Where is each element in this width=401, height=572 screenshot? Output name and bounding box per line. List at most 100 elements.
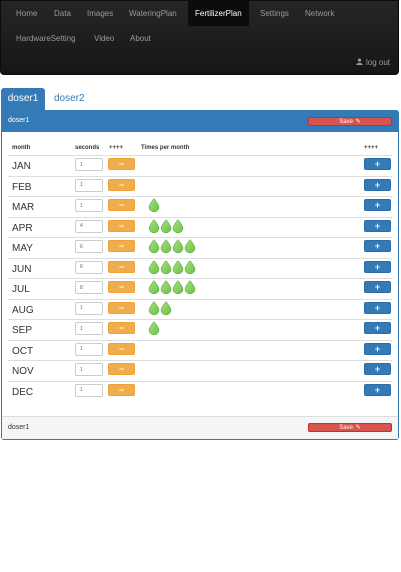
decrement-button[interactable]: −: [108, 219, 135, 232]
times-per-month-drops: [148, 321, 160, 337]
times-per-month-drops: [148, 300, 172, 317]
panel-header: doser1 Save ✎: [2, 111, 398, 132]
water-drop-icon: [184, 280, 196, 294]
water-drop-icon: [160, 239, 172, 253]
seconds-input[interactable]: [75, 219, 103, 233]
month-label: SEP: [12, 325, 33, 336]
increment-button[interactable]: +: [364, 281, 391, 293]
water-drop-icon: [148, 218, 160, 233]
seconds-input[interactable]: [75, 199, 103, 212]
water-drop-icon: [172, 280, 184, 294]
table-row: OCT − +: [8, 339, 392, 361]
times-per-month-drops: [148, 218, 184, 235]
water-drop-icon: [172, 239, 184, 253]
header-month: month: [12, 145, 31, 151]
footer-title: doser1: [8, 424, 30, 431]
table-row: MAR − +: [8, 196, 392, 217]
logout-label: log out: [365, 58, 390, 67]
water-drop-icon: [160, 300, 172, 315]
panel-footer: doser1 Save ✎: [2, 416, 398, 439]
month-label: FEB: [12, 181, 32, 193]
water-drop-icon: [148, 259, 160, 274]
decrement-button[interactable]: −: [108, 363, 135, 375]
user-icon: [356, 58, 363, 67]
increment-button[interactable]: +: [364, 342, 391, 355]
water-drop-icon: [160, 259, 172, 274]
nav-video[interactable]: Video: [94, 33, 114, 45]
times-per-month-drops: [148, 239, 196, 255]
seconds-input[interactable]: [75, 260, 103, 274]
water-drop-icon: [184, 239, 196, 253]
increment-button[interactable]: +: [364, 322, 391, 334]
decrement-button[interactable]: −: [108, 383, 135, 396]
times-per-month-drops: [148, 259, 196, 276]
nav-home[interactable]: Home: [16, 8, 37, 20]
water-drop-icon: [148, 300, 160, 315]
save-button-bottom[interactable]: Save ✎: [308, 423, 392, 432]
month-label: MAY: [12, 243, 33, 254]
logout-link[interactable]: log out: [356, 58, 390, 67]
water-drop-icon: [172, 218, 184, 233]
increment-button[interactable]: +: [364, 199, 391, 211]
decrement-button[interactable]: −: [108, 240, 135, 252]
increment-button[interactable]: +: [364, 219, 391, 232]
decrement-button[interactable]: −: [108, 322, 135, 334]
nav-data[interactable]: Data: [54, 8, 71, 20]
seconds-input[interactable]: [75, 342, 103, 356]
increment-button[interactable]: +: [364, 260, 391, 273]
nav-watering-plan[interactable]: WateringPlan: [129, 8, 177, 20]
increment-button[interactable]: +: [364, 383, 391, 396]
increment-button[interactable]: +: [364, 301, 391, 314]
month-label: JUL: [12, 284, 30, 295]
table-row: JUL − +: [8, 278, 392, 299]
month-label: MAR: [12, 202, 35, 213]
nav-about[interactable]: About: [130, 33, 151, 45]
seconds-input[interactable]: [75, 281, 103, 294]
water-drop-icon: [148, 280, 160, 294]
month-label: NOV: [12, 366, 34, 377]
header-plus: ++++: [364, 145, 379, 151]
nav-network[interactable]: Network: [305, 8, 334, 20]
table-row: MAY − +: [8, 237, 392, 258]
seconds-input[interactable]: [75, 178, 103, 192]
table-row: SEP − +: [8, 319, 392, 340]
decrement-button[interactable]: −: [108, 260, 135, 273]
doser-panel: doser1 Save ✎ month seconds ++++ Times p…: [1, 110, 399, 440]
nav-settings[interactable]: Settings: [260, 8, 289, 20]
increment-button[interactable]: +: [364, 178, 391, 191]
seconds-input[interactable]: [75, 322, 103, 335]
nav-hardware-setting[interactable]: HardwareSetting: [16, 33, 76, 45]
nav-images[interactable]: Images: [87, 8, 113, 20]
increment-button[interactable]: +: [364, 240, 391, 252]
decrement-button[interactable]: −: [108, 178, 135, 191]
tab-doser2[interactable]: doser2: [54, 88, 85, 110]
table-row: JUN − +: [8, 257, 392, 279]
pencil-square-icon: ✎: [355, 119, 361, 125]
decrement-button[interactable]: −: [108, 158, 135, 170]
increment-button[interactable]: +: [364, 158, 391, 170]
header-times-per-month: Times per month: [141, 145, 190, 151]
table-row: APR − +: [8, 216, 392, 238]
decrement-button[interactable]: −: [108, 301, 135, 314]
header-seconds: seconds: [75, 145, 100, 151]
month-label: DEC: [12, 386, 34, 398]
header-minus: ++++: [109, 145, 124, 151]
save-button-top[interactable]: Save ✎: [308, 117, 392, 126]
tab-doser1[interactable]: doser1: [1, 88, 45, 110]
times-per-month-drops: [148, 280, 196, 296]
decrement-button[interactable]: −: [108, 199, 135, 211]
nav-fertilizer-plan[interactable]: FertilizerPlan: [188, 1, 249, 26]
increment-button[interactable]: +: [364, 363, 391, 375]
seconds-input[interactable]: [75, 301, 103, 315]
decrement-button[interactable]: −: [108, 342, 135, 355]
month-label: JAN: [12, 161, 31, 172]
water-drop-icon: [184, 259, 196, 274]
seconds-input[interactable]: [75, 240, 103, 253]
water-drop-icon: [148, 198, 160, 212]
seconds-input[interactable]: [75, 363, 103, 376]
seconds-input[interactable]: [75, 383, 103, 397]
seconds-input[interactable]: [75, 158, 103, 171]
table-row: NOV − +: [8, 360, 392, 381]
decrement-button[interactable]: −: [108, 281, 135, 293]
water-drop-icon: [148, 239, 160, 253]
